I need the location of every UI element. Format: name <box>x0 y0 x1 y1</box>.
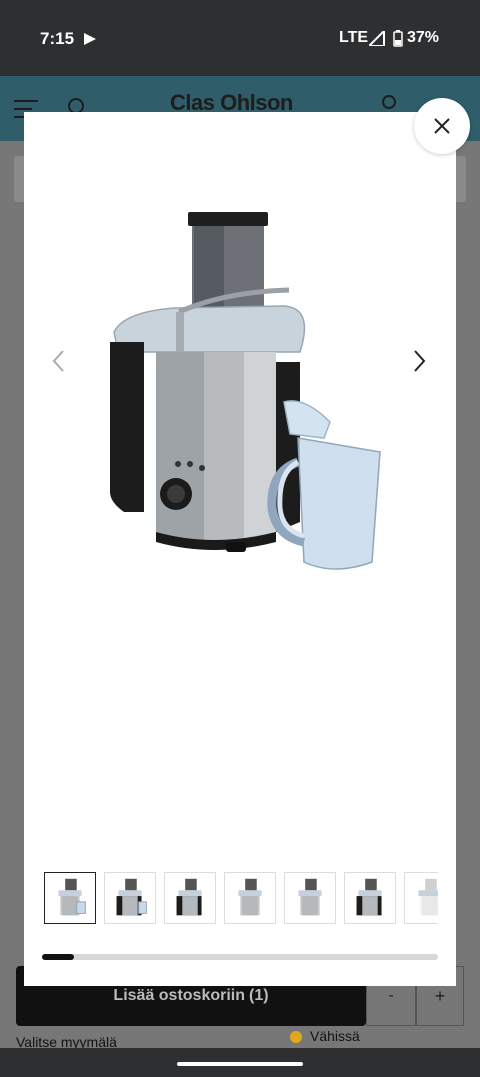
battery-percent: 37% <box>407 29 440 46</box>
gallery-scroll-track[interactable] <box>42 954 438 960</box>
gallery-scroll-indicator[interactable] <box>42 954 74 960</box>
close-button[interactable] <box>414 98 470 154</box>
close-icon <box>434 118 450 134</box>
battery-icon <box>393 30 403 47</box>
thumb-6[interactable] <box>344 872 396 924</box>
thumb-1[interactable] <box>44 872 96 924</box>
add-to-cart-label: Lisää ostoskoriin <box>113 987 246 1004</box>
thumb-7[interactable] <box>404 872 438 924</box>
home-indicator[interactable] <box>177 1062 303 1066</box>
thumb-5[interactable] <box>284 872 336 924</box>
thumb-3[interactable] <box>164 872 216 924</box>
stock-status-text: Vähissä <box>310 1028 360 1044</box>
chevron-right-icon[interactable] <box>408 346 430 376</box>
signal-icon <box>369 31 385 46</box>
thumb-4[interactable] <box>224 872 276 924</box>
image-gallery-modal <box>24 112 456 986</box>
thumb-2[interactable] <box>104 872 156 924</box>
stock-status-dot <box>290 1031 302 1043</box>
thumbnail-strip <box>44 870 438 926</box>
status-bar: 7:15 LTE 37% <box>0 0 480 76</box>
navigation-bar <box>0 1048 480 1077</box>
product-image-juicer <box>110 212 381 570</box>
cast-icon <box>84 33 96 45</box>
cart-count: (1) <box>249 987 269 1004</box>
chevron-left-icon[interactable] <box>48 346 70 376</box>
status-time: 7:15 <box>40 29 75 48</box>
network-type: LTE <box>339 29 369 46</box>
